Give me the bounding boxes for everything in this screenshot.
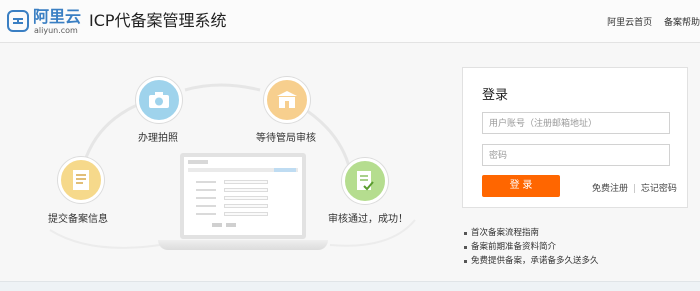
laptop-base xyxy=(158,240,328,250)
screen-topbar xyxy=(188,160,208,164)
guide-link[interactable]: 备案前期准备资料简介 xyxy=(464,240,599,254)
check-document-icon xyxy=(357,171,374,191)
top-nav: 阿里云首页 备案帮助 xyxy=(598,15,700,28)
screen-row xyxy=(196,213,216,215)
guide-link[interactable]: 免费提供备案，承诺备多久送多久 xyxy=(464,254,599,268)
logo-text: 阿里云 xyxy=(33,7,82,26)
guide-link[interactable]: 首次备案流程指南 xyxy=(464,226,599,240)
screen-field xyxy=(224,204,268,208)
login-links: 免费注册 | 忘记密码 xyxy=(592,181,677,194)
account-input[interactable] xyxy=(482,112,670,134)
document-icon xyxy=(73,170,89,190)
nav-link-home[interactable]: 阿里云首页 xyxy=(607,18,652,28)
step-approved-label: 审核通过，成功！ xyxy=(328,214,408,225)
screen-field xyxy=(224,188,268,192)
screen-button xyxy=(226,223,236,227)
step-approved-circle xyxy=(342,158,388,204)
page-title: ICP代备案管理系统 xyxy=(89,11,227,30)
screen-field xyxy=(224,180,268,184)
laptop-screen xyxy=(180,153,306,239)
step-photo-circle xyxy=(136,77,182,123)
camera-icon xyxy=(149,92,169,108)
login-title: 登录 xyxy=(482,88,509,103)
screen-row xyxy=(196,197,216,199)
login-panel: 登录 登 录 免费注册 | 忘记密码 xyxy=(462,67,688,208)
screen-row xyxy=(196,189,216,191)
step-photo-label: 办理拍照 xyxy=(138,133,178,144)
login-button[interactable]: 登 录 xyxy=(482,175,560,197)
building-icon xyxy=(277,91,297,108)
forgot-password-link[interactable]: 忘记密码 xyxy=(641,184,677,194)
guide-links: 首次备案流程指南 备案前期准备资料简介 免费提供备案，承诺备多久送多久 xyxy=(464,226,599,268)
register-link[interactable]: 免费注册 xyxy=(592,184,628,194)
link-separator: | xyxy=(632,184,636,194)
step-review-label: 等待管局审核 xyxy=(256,133,316,144)
screen-tab-active xyxy=(274,168,296,172)
nav-link-help[interactable]: 备案帮助 xyxy=(664,18,700,28)
screen-field xyxy=(224,212,268,216)
footer-strip xyxy=(0,281,700,291)
step-review-circle xyxy=(264,77,310,123)
screen-field xyxy=(224,196,268,200)
aliyun-logo[interactable]: 阿里云 aliyun.com xyxy=(7,8,83,36)
screen-row xyxy=(196,181,216,183)
screen-button xyxy=(212,223,222,227)
top-header: 阿里云 aliyun.com ICP代备案管理系统 阿里云首页 备案帮助 xyxy=(0,0,700,43)
password-input[interactable] xyxy=(482,144,670,166)
aliyun-logo-icon xyxy=(7,10,29,32)
process-illustration: 提交备案信息 办理拍照 等待管局审核 审核通过，成功！ xyxy=(30,60,430,260)
screen-row xyxy=(196,205,216,207)
logo-domain: aliyun.com xyxy=(34,26,78,35)
step-submit-label: 提交备案信息 xyxy=(48,214,108,225)
step-submit-circle xyxy=(58,157,104,203)
